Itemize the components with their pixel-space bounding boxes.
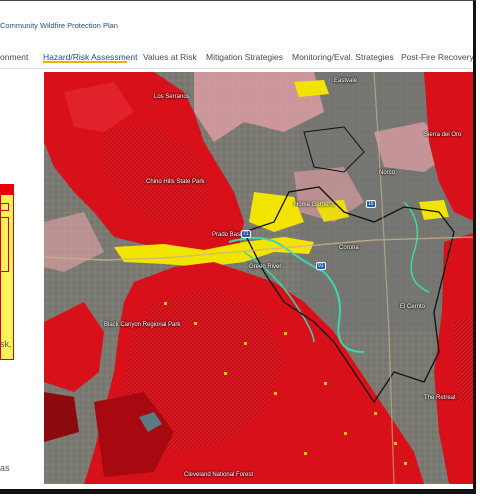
map-label-home-gardens: Home Gardens — [294, 202, 335, 208]
left-panel-text-fragment: as — [0, 463, 10, 473]
map-label-el-cerrito: El Cerrito — [400, 304, 426, 310]
app-window: Community Wildfire Protection Plan onmen… — [0, 0, 476, 494]
tab-environment[interactable]: onment — [0, 52, 28, 62]
map-label-chino-hills-state-park: Chino Hills State Park — [146, 179, 205, 185]
hazard-legend — [0, 184, 14, 360]
map-label-the-retreat: The Retreat — [424, 395, 456, 401]
map-canvas — [44, 72, 473, 484]
map-label-black-canyon-regional-park: Black Canyon Regional Park — [104, 322, 181, 328]
main-nav: onment Hazard/Risk Assessment Values at … — [0, 45, 473, 69]
left-panel-text-fragment: sk, — [0, 339, 12, 349]
legend-very-high-swatch — [0, 184, 14, 195]
active-tab-indicator — [43, 61, 127, 63]
route-shield-71: 71 — [241, 230, 251, 238]
map-label-los-serranos: Los Serranos — [154, 94, 190, 100]
tab-monitoring-eval-strategies[interactable]: Monitoring/Eval. Strategies — [292, 52, 394, 62]
route-shield-91: 91 — [316, 262, 326, 270]
hazard-risk-map[interactable]: Eastvale Los Serranos Chino Hills State … — [44, 72, 473, 484]
legend-box-large — [1, 217, 9, 272]
map-label-sierra-del-oro: Sierra del Oro — [424, 132, 462, 138]
map-label-eastvale: Eastvale — [334, 78, 358, 84]
map-label-corona: Corona — [339, 245, 359, 251]
left-panel: sk, as — [0, 70, 44, 489]
map-label-green-river: Green River — [249, 264, 282, 270]
map-label-cleveland-national-forest: Cleveland National Forest — [184, 472, 254, 478]
map-label-prado-basin: Prado Basin — [212, 232, 245, 238]
route-shield-15: 15 — [366, 200, 376, 208]
map-label-norco: Norco — [379, 170, 396, 176]
tab-values-at-risk[interactable]: Values at Risk — [143, 52, 197, 62]
tab-post-fire-recovery[interactable]: Post-Fire Recovery — [401, 52, 473, 62]
legend-box-small — [1, 203, 9, 211]
tab-mitigation-strategies[interactable]: Mitigation Strategies — [206, 52, 283, 62]
app-title: Community Wildfire Protection Plan — [0, 21, 118, 30]
